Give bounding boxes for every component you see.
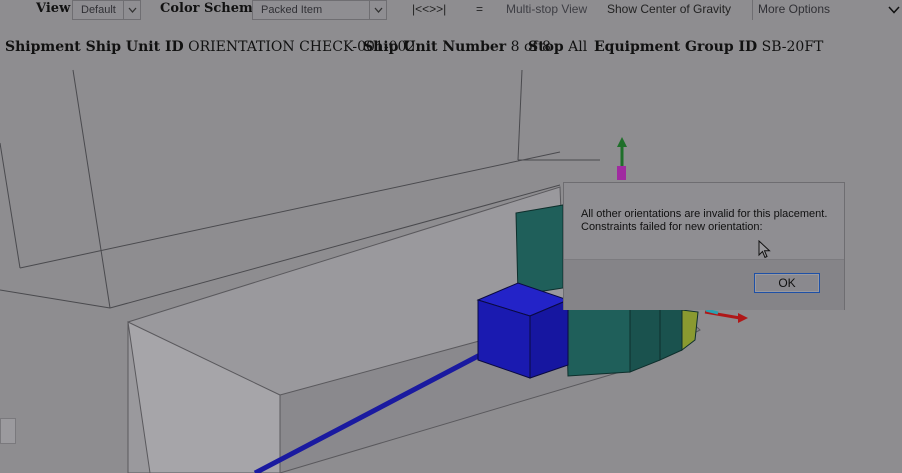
orientation-error-dialog: All other orientations are invalid for t… xyxy=(563,182,845,310)
mouse-cursor-icon xyxy=(758,240,771,259)
ok-button[interactable]: OK xyxy=(754,273,820,293)
dialog-message: All other orientations are invalid for t… xyxy=(581,208,843,234)
side-panel-toggle[interactable] xyxy=(0,418,16,444)
blue-packed-item[interactable] xyxy=(476,282,570,379)
dialog-message-line-1: All other orientations are invalid for t… xyxy=(581,208,828,220)
dialog-message-line-2: Constraints failed for new orientation: xyxy=(581,221,763,233)
dialog-footer: OK xyxy=(564,259,844,310)
